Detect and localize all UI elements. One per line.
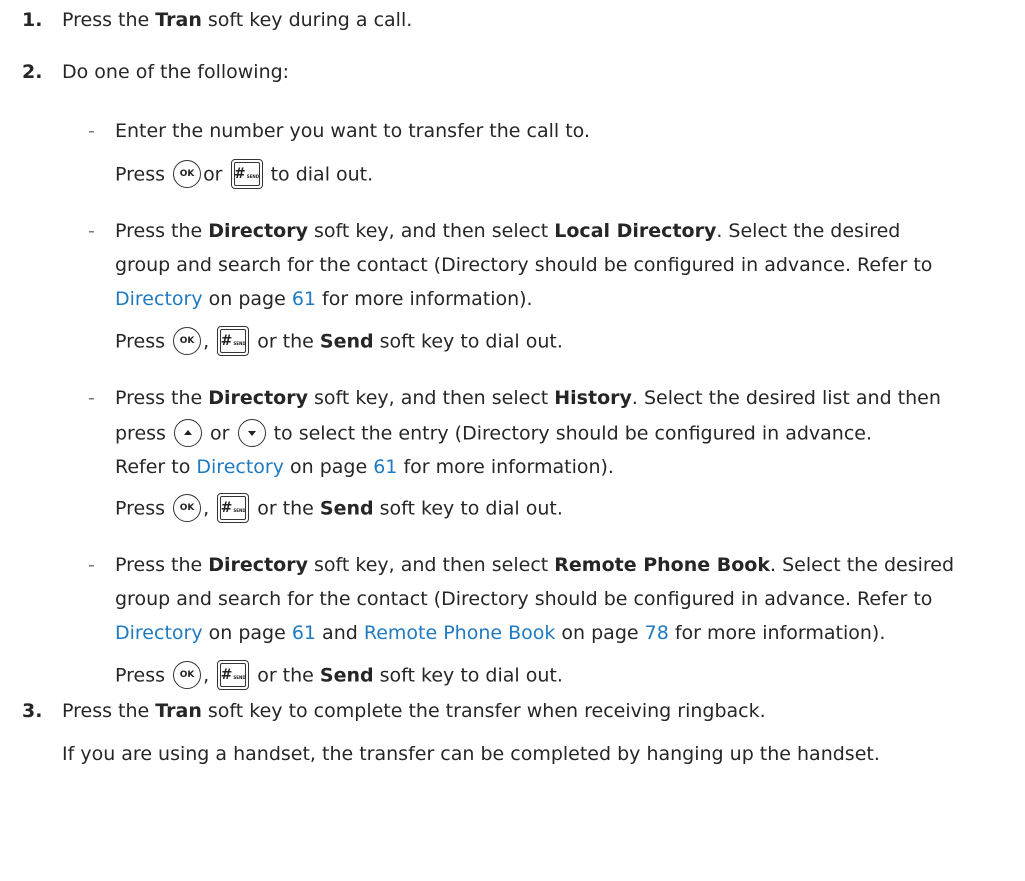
option-b-text-2: group and search for the contact (Direct… [115,254,933,276]
step-number: 2. [22,61,43,83]
ok-key-icon: OK [173,494,202,522]
step-number: 1. [22,9,43,31]
directory-link[interactable]: Directory [115,288,203,310]
bullet-dash: - [88,120,95,142]
page-link[interactable]: 61 [373,456,397,478]
soft-key-name: Tran [155,9,202,31]
option-d-text: Press the Directory soft key, and then s… [115,554,955,576]
step-3-text: Press the Tran soft key to complete the … [62,700,766,722]
ok-key-icon: OK [173,661,202,689]
page-link[interactable]: 61 [292,622,316,644]
hash-send-key-icon: # SEND [217,493,250,523]
ok-key-icon: OK [173,327,202,355]
up-arrow-key-icon [174,419,202,447]
directory-link[interactable]: Directory [196,456,284,478]
remote-phone-book-link[interactable]: Remote Phone Book [364,622,556,644]
hash-send-key-icon: # SEND [230,159,263,189]
directory-link[interactable]: Directory [115,622,203,644]
handset-note: If you are using a handset, the transfer… [62,743,880,765]
bullet-dash: - [88,387,95,409]
hash-send-key-icon: # SEND [217,326,250,356]
page-link[interactable]: 78 [645,622,669,644]
step-1-text: Press the Tran soft key during a call. [62,9,413,31]
option-c-press-line: Press OK, # SEND or the Send soft key to … [115,493,563,524]
step-2-text: Do one of the following: [62,61,290,83]
option-a-text: Enter the number you want to transfer th… [115,120,590,142]
option-d-text-2: group and search for the contact (Direct… [115,588,933,610]
option-c-text: Press the Directory soft key, and then s… [115,387,941,409]
hash-send-key-icon: # SEND [217,660,250,690]
ok-key-icon: OK [173,160,202,188]
option-c-text-3: Refer to Directory on page 61 for more i… [115,456,614,478]
option-b-text: Press the Directory soft key, and then s… [115,220,901,242]
option-a-press-line: Press OK or # SEND to dial out. [115,159,373,190]
page-link[interactable]: 61 [292,288,316,310]
bullet-dash: - [88,554,95,576]
option-b-text-3: Directory on page 61 for more informatio… [115,288,533,310]
option-d-text-3: Directory on page 61 and Remote Phone Bo… [115,622,886,644]
bullet-dash: - [88,220,95,242]
option-d-press-line: Press OK, # SEND or the Send soft key to … [115,660,563,691]
option-c-text-2: press or to select the entry (Directory … [115,419,872,448]
down-arrow-key-icon [237,419,266,447]
option-b-press-line: Press OK, # SEND or the Send soft key to … [115,326,563,357]
step-number: 3. [22,700,43,722]
